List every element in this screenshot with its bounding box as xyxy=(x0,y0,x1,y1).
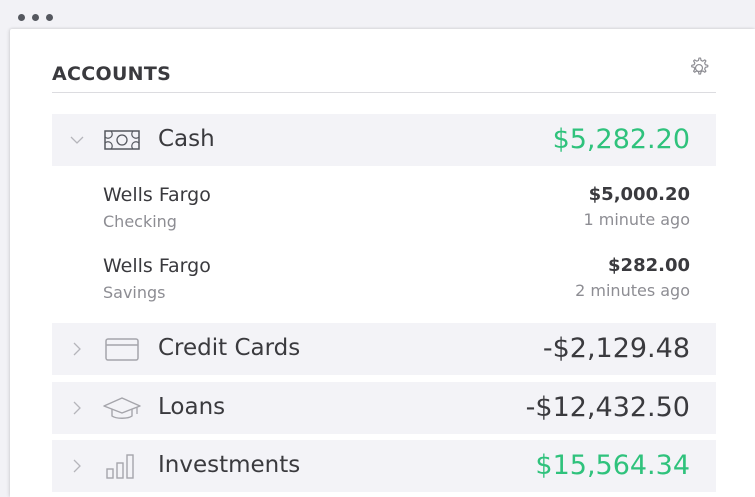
chevron-right-icon xyxy=(73,342,81,356)
chevron-right-icon xyxy=(73,459,81,473)
account-type: Checking xyxy=(103,212,177,231)
accounts-header: ACCOUNTS xyxy=(52,57,716,93)
group-amount: -$12,432.50 xyxy=(525,392,690,423)
group-credit-cards[interactable]: Credit Cards -$2,129.48 xyxy=(52,323,716,375)
account-name: Wells Fargo xyxy=(103,255,211,277)
cash-icon xyxy=(104,130,140,150)
account-row[interactable]: Wells Fargo Checking $5,000.20 1 minute … xyxy=(52,184,716,248)
group-amount: $5,282.20 xyxy=(552,124,690,155)
account-type: Savings xyxy=(103,283,166,302)
group-label: Credit Cards xyxy=(158,335,301,361)
account-name: Wells Fargo xyxy=(103,184,211,206)
group-cash[interactable]: Cash $5,282.20 xyxy=(52,114,716,166)
chevron-right-icon xyxy=(73,401,81,415)
bar-chart-icon xyxy=(106,454,134,479)
window-controls xyxy=(18,14,53,21)
account-updated: 1 minute ago xyxy=(583,210,690,229)
window-dot[interactable] xyxy=(32,14,39,21)
gear-icon[interactable] xyxy=(686,55,712,81)
credit-card-icon xyxy=(105,338,139,361)
account-balance: $5,000.20 xyxy=(588,184,690,205)
window-dot[interactable] xyxy=(18,14,25,21)
accounts-panel: ACCOUNTS Cash $5,282.20 Wells Fargo Chec… xyxy=(10,29,755,497)
account-balance: $282.00 xyxy=(608,255,690,276)
group-label: Loans xyxy=(158,394,226,420)
group-investments[interactable]: Investments $15,564.34 xyxy=(52,440,716,492)
group-loans[interactable]: Loans -$12,432.50 xyxy=(52,382,716,434)
graduation-cap-icon xyxy=(103,397,141,419)
group-label: Investments xyxy=(158,452,301,478)
group-amount: -$2,129.48 xyxy=(542,333,690,364)
group-label: Cash xyxy=(158,126,215,152)
window-dot[interactable] xyxy=(46,14,53,21)
account-row[interactable]: Wells Fargo Savings $282.00 2 minutes ag… xyxy=(52,255,716,319)
chevron-down-icon xyxy=(70,136,84,144)
page-title: ACCOUNTS xyxy=(52,63,172,85)
group-amount: $15,564.34 xyxy=(535,450,690,481)
account-updated: 2 minutes ago xyxy=(575,281,690,300)
